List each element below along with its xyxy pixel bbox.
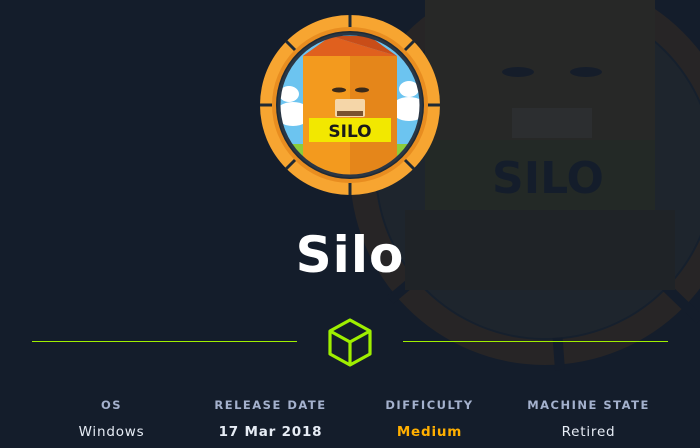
stat-machine-state: MACHINE STATE Retired	[509, 396, 668, 446]
stat-release-date-value: 17 Mar 2018	[218, 424, 323, 440]
divider-left	[32, 341, 297, 342]
machine-logo-badge: SILO	[260, 15, 440, 195]
svg-text:SILO: SILO	[492, 153, 604, 204]
stat-os-label: OS	[100, 398, 123, 412]
stat-difficulty-label: DIFFICULTY	[385, 398, 474, 412]
machine-stats-row: OS Windows RELEASE DATE 17 Mar 2018 DIFF…	[32, 396, 668, 446]
stat-machine-state-label: MACHINE STATE	[527, 398, 650, 412]
stat-os: OS Windows	[32, 396, 191, 446]
machine-name-title: Silo	[295, 226, 405, 284]
cube-icon	[328, 318, 372, 367]
logo-text: SILO	[328, 122, 371, 142]
stat-release-date-label: RELEASE DATE	[214, 398, 327, 412]
stat-release-date: RELEASE DATE 17 Mar 2018	[191, 396, 350, 446]
stat-difficulty-value: Medium	[396, 424, 463, 440]
divider-right	[403, 341, 668, 342]
stat-machine-state-value: Retired	[561, 424, 616, 440]
stat-os-value: Windows	[78, 424, 145, 440]
stat-difficulty: DIFFICULTY Medium	[350, 396, 509, 446]
